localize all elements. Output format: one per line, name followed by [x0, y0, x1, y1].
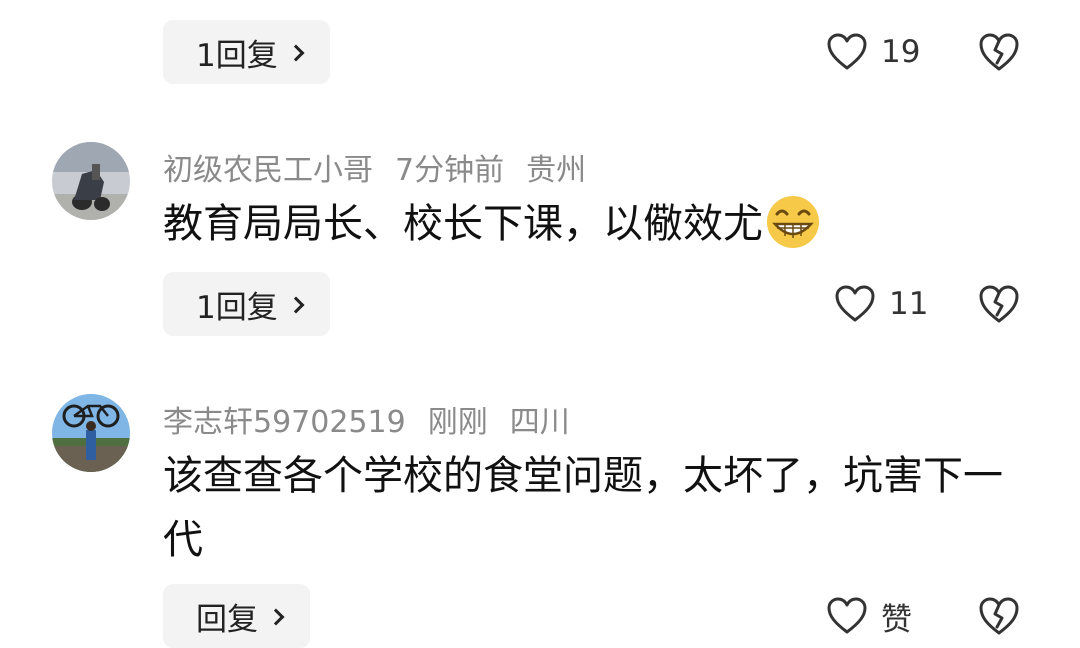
comment-text: 该查查各个学校的食堂问题，太坏了，坑害下一代	[163, 444, 1003, 572]
broken-heart-icon[interactable]	[978, 32, 1020, 72]
heart-outline-icon[interactable]	[827, 33, 867, 71]
comment-text: 教育局局长、校长下课，以儆效尤	[163, 192, 1023, 256]
comment-meta: 初级农民工小哥 7分钟前 贵州	[163, 145, 608, 189]
reply-label: 回复	[196, 601, 258, 638]
comment-body: 教育局局长、校长下课，以儆效尤	[163, 201, 763, 247]
chevron-right-icon	[287, 44, 305, 62]
username[interactable]: 李志轩59702519	[163, 405, 406, 440]
like-group[interactable]: 19	[827, 20, 920, 84]
like-group[interactable]: 赞	[827, 584, 912, 648]
reply-label: 1回复	[196, 289, 278, 326]
reply-label: 1回复	[196, 37, 278, 74]
like-group[interactable]: 11	[835, 272, 928, 336]
heart-outline-icon[interactable]	[835, 285, 875, 323]
avatar[interactable]	[52, 142, 130, 220]
avatar-scooter-image	[52, 142, 130, 220]
avatar-bicycle-image	[52, 394, 130, 472]
avatar[interactable]	[52, 394, 130, 472]
location: 贵州	[526, 153, 587, 188]
location: 四川	[509, 405, 570, 440]
reply-button[interactable]: 1回复	[163, 272, 330, 336]
comment-meta: 李志轩59702519 刚刚 四川	[163, 397, 592, 441]
reply-button[interactable]: 回复	[163, 584, 310, 648]
like-label: 赞	[881, 601, 912, 638]
heart-outline-icon[interactable]	[827, 597, 867, 635]
broken-heart-icon[interactable]	[978, 284, 1020, 324]
grinning-face-emoji	[767, 196, 819, 248]
timestamp: 刚刚	[427, 405, 488, 440]
reply-button[interactable]: 1回复	[163, 20, 330, 84]
comment-body: 该查查各个学校的食堂问题，太坏了，坑害下一代	[163, 453, 1003, 563]
timestamp: 7分钟前	[395, 153, 505, 188]
username[interactable]: 初级农民工小哥	[163, 153, 373, 188]
chevron-right-icon	[267, 608, 285, 626]
broken-heart-icon[interactable]	[978, 596, 1020, 636]
chevron-right-icon	[287, 296, 305, 314]
like-count: 11	[889, 286, 929, 322]
comments-list: 1回复 19 初级农民工小哥 7分钟前 贵州 教育局局长、校长下课，以儆效尤 1…	[0, 0, 1080, 648]
like-count: 19	[881, 34, 921, 70]
